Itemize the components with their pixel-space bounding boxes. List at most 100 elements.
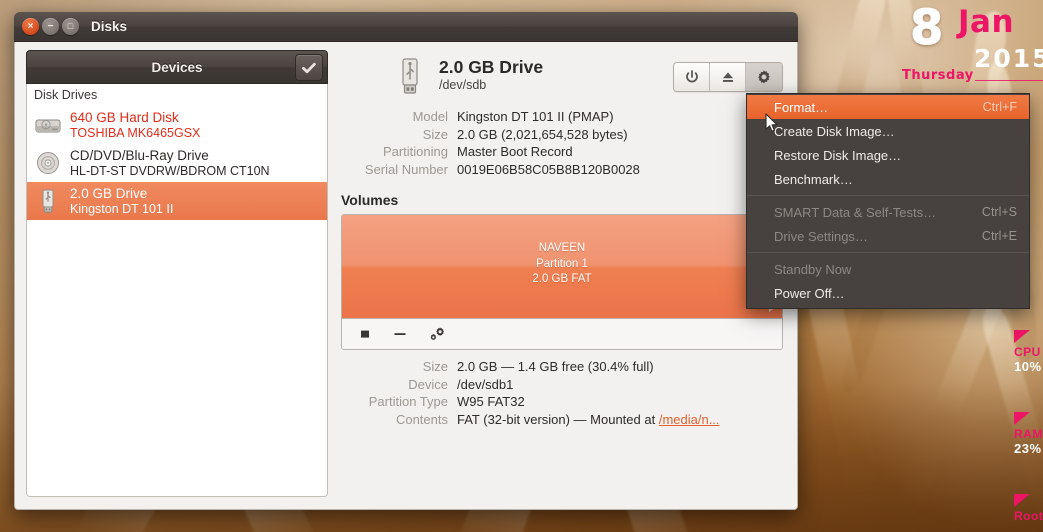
window-body: Devices Disk Drives 640 GB Hard Disk TOS… <box>14 42 798 510</box>
sidebar-item-640-gb-hard-disk[interactable]: 640 GB Hard Disk TOSHIBA MK6465GSX <box>27 106 327 144</box>
date-month: Jan <box>958 4 1015 40</box>
drive-title-block: 2.0 GB Drive /dev/sdb <box>439 56 661 92</box>
detail-row-volume-device: Device /dev/sdb1 <box>341 377 783 392</box>
partition-labels: NAVEEN Partition 1 2.0 GB FAT <box>342 241 782 288</box>
drive-toolbar <box>673 62 783 92</box>
drive-device-path: /dev/sdb <box>439 78 487 93</box>
ram-value: 23% <box>1014 441 1042 456</box>
date-underline <box>975 80 1043 81</box>
cpu-label: CPU <box>1014 345 1041 359</box>
usb-drive-icon <box>34 187 62 215</box>
detail-row-serial-number: Serial Number 0019E06B58C05B8B120B0028 <box>341 162 783 177</box>
detail-value: 2.0 GB (2,021,654,528 bytes) <box>457 126 628 142</box>
window-titlebar[interactable]: × − □ Disks <box>14 12 798 42</box>
menu-item-format[interactable]: Format… Ctrl+F <box>747 95 1029 119</box>
drive-options-menu[interactable]: Format… Ctrl+F Create Disk Image… Restor… <box>746 93 1030 309</box>
menu-item-drive-settings: Drive Settings… Ctrl+E <box>747 224 1029 248</box>
detail-label: Size <box>422 359 448 374</box>
drive-details: Model Kingston DT 101 II (PMAP) Size 2.0… <box>341 109 783 179</box>
volume-details: Size 2.0 GB — 1.4 GB free (30.4% full) D… <box>341 359 783 429</box>
maximize-icon: □ <box>67 21 74 31</box>
desktop-system-monitor-widget: CPU 10% RAM 23% Root <box>1014 330 1043 530</box>
date-weekday: Thursday <box>902 68 974 83</box>
devices-header-title: Devices <box>151 59 203 75</box>
device-name: 640 GB Hard Disk <box>70 110 179 126</box>
mount-point-link[interactable]: /media/n... <box>659 412 720 427</box>
device-model: TOSHIBA MK6465GSX <box>70 125 201 140</box>
menu-item-label: Create Disk Image… <box>774 123 895 139</box>
menu-separator <box>747 195 1029 196</box>
minimize-icon: − <box>47 20 54 32</box>
power-button[interactable] <box>674 63 710 91</box>
menu-item-accel: Ctrl+S <box>981 205 1017 219</box>
ram-triangle-icon <box>1014 412 1030 425</box>
disks-window: × − □ Disks Devices Disk Drives 640 GB H… <box>14 12 798 510</box>
menu-item-benchmark[interactable]: Benchmark… <box>747 167 1029 191</box>
volume-toolbar <box>342 319 782 349</box>
optical-disc-icon <box>34 149 62 177</box>
sidebar-item-2-gb-drive[interactable]: 2.0 GB Drive Kingston DT 101 II <box>27 182 327 220</box>
menu-item-create-disk-image[interactable]: Create Disk Image… <box>747 119 1029 143</box>
volumes-box: NAVEEN Partition 1 2.0 GB FAT <box>341 214 783 350</box>
date-year: 2015 <box>974 44 1043 73</box>
desktop-date-widget: 8 Jan 2015 Thursday <box>880 0 1043 98</box>
devices-header: Devices <box>26 50 328 84</box>
unmount-volume-button[interactable] <box>358 327 372 341</box>
device-model: HL-DT-ST DVDRW/BDROM CT10N <box>70 163 270 178</box>
devices-check-button[interactable] <box>295 54 323 81</box>
menu-item-label: SMART Data & Self-Tests… <box>774 204 937 220</box>
eject-icon <box>722 72 733 82</box>
menu-item-power-off[interactable]: Power Off… <box>747 281 1029 305</box>
root-label: Root <box>1014 509 1043 523</box>
contents-text: FAT (32-bit version) — Mounted at <box>457 411 659 427</box>
partition-size-type: 2.0 GB FAT <box>532 273 592 286</box>
partition-number: Partition 1 <box>536 257 588 270</box>
detail-label: Contents <box>395 411 448 427</box>
menu-item-label: Benchmark… <box>774 171 853 187</box>
detail-label: Size <box>422 126 448 142</box>
delete-partition-button[interactable] <box>392 327 408 341</box>
device-model: Kingston DT 101 II <box>70 201 174 216</box>
partition-volume-label: NAVEEN <box>538 242 586 254</box>
detail-value: 2.0 GB — 1.4 GB free (30.4% full) <box>457 359 654 374</box>
close-button[interactable]: × <box>22 18 39 35</box>
menu-item-label: Standby Now <box>774 261 852 277</box>
minimize-button[interactable]: − <box>42 18 59 35</box>
detail-row-volume-size: Size 2.0 GB — 1.4 GB free (30.4% full) <box>341 359 783 374</box>
maximize-button[interactable]: □ <box>62 18 79 35</box>
menu-item-label: Drive Settings… <box>774 228 868 244</box>
menu-item-label: Restore Disk Image… <box>774 147 902 163</box>
ram-label: RAM <box>1014 427 1043 441</box>
detail-label: Serial Number <box>364 161 448 177</box>
eject-button[interactable] <box>710 63 746 91</box>
window-title: Disks <box>91 19 128 34</box>
page-title: 2.0 GB Drive <box>439 57 544 77</box>
usb-drive-icon <box>393 56 427 100</box>
root-triangle-icon <box>1014 494 1030 507</box>
minus-icon <box>394 333 406 335</box>
power-icon <box>685 70 698 83</box>
date-day-number: 8 <box>909 0 946 57</box>
menu-item-accel: Ctrl+E <box>981 229 1017 243</box>
detail-row-model: Model Kingston DT 101 II (PMAP) <box>341 109 783 124</box>
menu-item-restore-disk-image[interactable]: Restore Disk Image… <box>747 143 1029 167</box>
device-name: CD/DVD/Blu-Ray Drive <box>70 148 209 164</box>
close-icon: × <box>27 20 34 32</box>
drive-options-gear-button[interactable] <box>746 63 782 91</box>
device-name: 2.0 GB Drive <box>70 186 148 202</box>
volume-more-actions-button[interactable] <box>428 326 446 342</box>
unmount-icon <box>361 330 369 338</box>
volumes-heading: Volumes <box>341 192 399 208</box>
sidebar-item-cd-dvd-bluray-drive[interactable]: CD/DVD/Blu-Ray Drive HL-DT-ST DVDRW/BDRO… <box>27 144 327 182</box>
detail-value: FAT (32-bit version) — Mounted at /media… <box>457 412 720 427</box>
menu-item-label: Format… <box>774 99 829 115</box>
partition-block[interactable]: NAVEEN Partition 1 2.0 GB FAT <box>342 215 782 319</box>
menu-item-label: Power Off… <box>774 285 845 301</box>
detail-row-size: Size 2.0 GB (2,021,654,528 bytes) <box>341 127 783 142</box>
gear-icon <box>758 70 770 84</box>
menu-item-standby-now: Standby Now <box>747 257 1029 281</box>
drive-detail-panel: 2.0 GB Drive /dev/sdb Model Kingston DT … <box>337 42 797 509</box>
disk-drives-group-label: Disk Drives <box>34 88 98 102</box>
detail-value: /dev/sdb1 <box>457 376 514 392</box>
device-list[interactable]: Disk Drives 640 GB Hard Disk TOSHIBA MK6… <box>26 84 328 497</box>
